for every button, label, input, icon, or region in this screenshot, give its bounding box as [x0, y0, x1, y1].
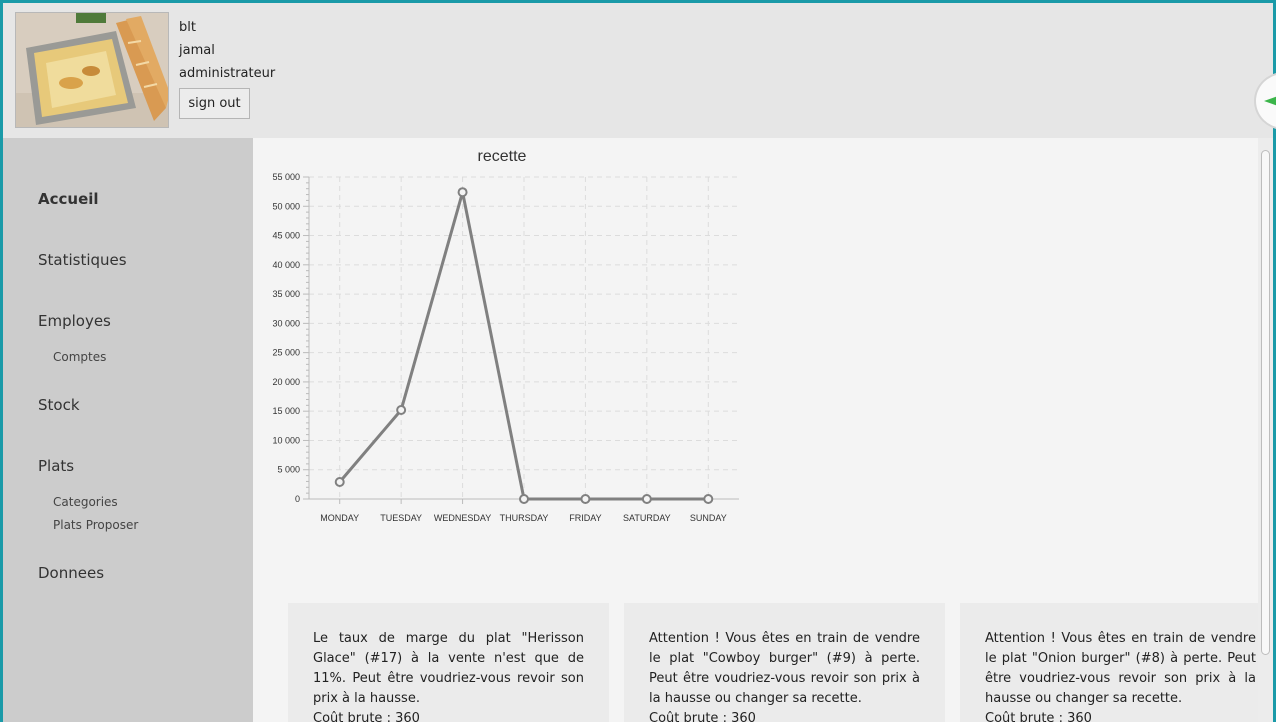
avatar: [15, 12, 169, 128]
y-tick-label: 45 000: [272, 231, 300, 241]
y-tick-label: 0: [295, 494, 300, 504]
sidebar-subitem-plats-proposer[interactable]: Plats Proposer: [53, 518, 138, 532]
sign-out-button[interactable]: sign out: [179, 88, 250, 119]
data-point: [519, 494, 529, 504]
y-tick-label: 20 000: [272, 377, 300, 387]
alert-card-cost: Coût brute : 360: [649, 711, 756, 722]
data-point: [641, 494, 652, 504]
sidebar-item-stock[interactable]: Stock: [38, 396, 80, 414]
sidebar-item-employes[interactable]: Employes: [38, 312, 111, 330]
alert-card-3: Attention ! Vous êtes en train de vendre…: [960, 603, 1258, 722]
alert-card-text: Le taux de marge du plat "Herisson Glace…: [313, 631, 584, 706]
chart-y-ticks: 0 5 000 10 000 15 000 20 000 25 000 30 000 35 0…: [272, 172, 300, 504]
sidebar-item-statistiques[interactable]: Statistiques: [38, 251, 127, 269]
alert-card-cost: Coût brute : 360: [313, 711, 420, 722]
alert-card-text: Attention ! Vous êtes en train de vendre…: [985, 631, 1256, 706]
y-tick-label: 35 000: [272, 289, 300, 299]
chart-x-ticks: MONDAY TUESDAY WEDNESDAY THURSDAY FRIDAY SATU…: [320, 513, 726, 523]
sidebar-item-plats[interactable]: Plats: [38, 457, 74, 475]
y-tick-label: 50 000: [272, 201, 300, 211]
arrow-left-icon: [1264, 96, 1276, 106]
x-tick-label: WEDNESDAY: [434, 513, 491, 523]
x-tick-label: SUNDAY: [690, 513, 727, 523]
data-point: [457, 187, 468, 198]
alert-card-2: Attention ! Vous êtes en train de vendre…: [624, 603, 945, 722]
y-tick-label: 15 000: [272, 406, 300, 416]
x-tick-label: MONDAY: [320, 513, 359, 523]
x-tick-label: SATURDAY: [623, 513, 671, 523]
avatar-image: [16, 13, 168, 127]
alert-card-1: Le taux de marge du plat "Herisson Glace…: [288, 603, 609, 722]
vertical-scrollbar[interactable]: [1258, 138, 1273, 722]
x-tick-label: FRIDAY: [569, 513, 601, 523]
sidebar-item-donnees[interactable]: Donnees: [38, 564, 104, 582]
y-tick-label: 40 000: [272, 260, 300, 270]
scrollbar-thumb[interactable]: [1261, 150, 1270, 655]
data-point: [580, 494, 591, 504]
y-tick-label: 10 000: [272, 435, 300, 445]
sidebar: Accueil Statistiques Employes Comptes St…: [3, 138, 253, 722]
data-point: [334, 477, 345, 488]
data-point: [703, 494, 714, 504]
alert-card-text: Attention ! Vous êtes en train de vendre…: [649, 631, 920, 706]
chart-series-line: [338, 191, 709, 501]
sidebar-subitem-categories[interactable]: Categories: [53, 495, 118, 509]
y-tick-label: 25 000: [272, 348, 300, 358]
user-name: jamal: [179, 43, 215, 58]
y-tick-label: 30 000: [272, 318, 300, 328]
chart-grid: [309, 176, 739, 499]
chart-axes: [303, 176, 739, 504]
sidebar-item-accueil[interactable]: Accueil: [38, 190, 99, 208]
header: blt jamal administrateur sign out: [3, 3, 1273, 138]
chart-title: recette: [478, 148, 527, 165]
y-tick-label: 55 000: [272, 172, 300, 182]
y-tick-label: 5 000: [277, 465, 300, 475]
x-tick-label: THURSDAY: [500, 513, 549, 523]
recette-line-chart: recette 0 5 000 10 000 15 000 20 000 25 000 30…: [272, 148, 739, 523]
data-point: [396, 405, 407, 416]
user-login: blt: [179, 20, 196, 35]
x-tick-label: TUESDAY: [380, 513, 422, 523]
user-info: blt jamal administrateur: [179, 19, 275, 88]
sidebar-subitem-comptes[interactable]: Comptes: [53, 350, 106, 364]
alert-card-cost: Coût brute : 360: [985, 711, 1092, 722]
main-content: recette 0 5 000 10 000 15 000 20 000 25 000 30…: [253, 138, 1258, 722]
user-role: administrateur: [179, 66, 276, 81]
